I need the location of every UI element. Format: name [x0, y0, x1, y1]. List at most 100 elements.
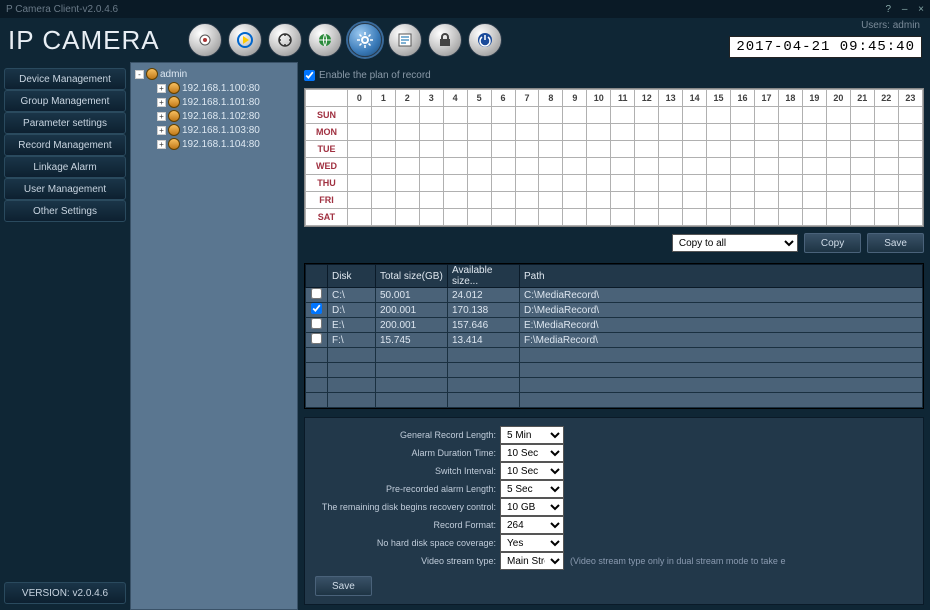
disk-row[interactable]: D:\200.001170.138D:\MediaRecord\ [306, 303, 923, 318]
copy-target-select[interactable]: Copy to all [672, 234, 798, 252]
schedule-cell[interactable] [683, 124, 707, 141]
schedule-cell[interactable] [659, 175, 683, 192]
schedule-cell[interactable] [443, 209, 467, 226]
schedule-cell[interactable] [635, 175, 659, 192]
schedule-cell[interactable] [515, 192, 539, 209]
schedule-cell[interactable] [778, 141, 802, 158]
schedule-cell[interactable] [707, 209, 731, 226]
power-icon[interactable] [468, 23, 502, 57]
schedule-cell[interactable] [707, 141, 731, 158]
schedule-cell[interactable] [754, 209, 778, 226]
settings-icon[interactable] [348, 23, 382, 57]
schedule-cell[interactable] [659, 209, 683, 226]
schedule-cell[interactable] [371, 192, 395, 209]
schedule-cell[interactable] [515, 209, 539, 226]
schedule-cell[interactable] [491, 124, 515, 141]
setting-select[interactable]: 10 GB [500, 498, 564, 516]
schedule-cell[interactable] [347, 192, 371, 209]
save-settings-button[interactable]: Save [315, 576, 372, 596]
schedule-cell[interactable] [731, 175, 755, 192]
schedule-cell[interactable] [419, 209, 443, 226]
schedule-cell[interactable] [778, 175, 802, 192]
setting-select[interactable]: Main Stream [500, 552, 564, 570]
schedule-cell[interactable] [874, 141, 898, 158]
schedule-cell[interactable] [754, 141, 778, 158]
expand-icon[interactable]: + [157, 126, 166, 135]
playback-icon[interactable] [228, 23, 262, 57]
schedule-cell[interactable] [731, 141, 755, 158]
log-icon[interactable] [388, 23, 422, 57]
camera-icon[interactable] [188, 23, 222, 57]
schedule-cell[interactable] [635, 107, 659, 124]
schedule-cell[interactable] [802, 124, 826, 141]
schedule-cell[interactable] [515, 175, 539, 192]
schedule-cell[interactable] [611, 175, 635, 192]
schedule-cell[interactable] [802, 141, 826, 158]
schedule-cell[interactable] [659, 158, 683, 175]
schedule-cell[interactable] [826, 175, 850, 192]
schedule-cell[interactable] [802, 175, 826, 192]
schedule-cell[interactable] [347, 209, 371, 226]
schedule-cell[interactable] [850, 158, 874, 175]
schedule-cell[interactable] [467, 124, 491, 141]
schedule-cell[interactable] [347, 124, 371, 141]
schedule-cell[interactable] [635, 209, 659, 226]
schedule-cell[interactable] [683, 107, 707, 124]
disk-row[interactable]: E:\200.001157.646E:\MediaRecord\ [306, 318, 923, 333]
schedule-cell[interactable] [539, 192, 563, 209]
schedule-cell[interactable] [778, 209, 802, 226]
schedule-cell[interactable] [347, 141, 371, 158]
schedule-cell[interactable] [874, 192, 898, 209]
schedule-cell[interactable] [347, 158, 371, 175]
schedule-cell[interactable] [515, 124, 539, 141]
schedule-cell[interactable] [802, 158, 826, 175]
schedule-cell[interactable] [395, 158, 419, 175]
schedule-cell[interactable] [898, 107, 922, 124]
schedule-cell[interactable] [419, 107, 443, 124]
schedule-cell[interactable] [850, 141, 874, 158]
tree-device[interactable]: +192.168.1.104:80 [133, 137, 295, 151]
schedule-cell[interactable] [467, 209, 491, 226]
schedule-cell[interactable] [443, 124, 467, 141]
schedule-cell[interactable] [467, 141, 491, 158]
disk-checkbox[interactable] [311, 333, 322, 344]
schedule-cell[interactable] [898, 175, 922, 192]
schedule-cell[interactable] [395, 209, 419, 226]
disk-checkbox[interactable] [311, 303, 322, 314]
schedule-cell[interactable] [659, 141, 683, 158]
schedule-cell[interactable] [371, 107, 395, 124]
schedule-cell[interactable] [731, 107, 755, 124]
schedule-cell[interactable] [443, 192, 467, 209]
schedule-cell[interactable] [707, 175, 731, 192]
schedule-cell[interactable] [611, 158, 635, 175]
setting-select[interactable]: 10 Sec [500, 444, 564, 462]
schedule-cell[interactable] [826, 124, 850, 141]
schedule-cell[interactable] [659, 192, 683, 209]
schedule-cell[interactable] [850, 192, 874, 209]
schedule-cell[interactable] [659, 124, 683, 141]
schedule-cell[interactable] [707, 107, 731, 124]
schedule-cell[interactable] [731, 209, 755, 226]
setting-select[interactable]: 264 [500, 516, 564, 534]
schedule-cell[interactable] [539, 175, 563, 192]
schedule-cell[interactable] [371, 209, 395, 226]
schedule-cell[interactable] [778, 192, 802, 209]
schedule-cell[interactable] [611, 209, 635, 226]
schedule-cell[interactable] [491, 175, 515, 192]
expand-icon[interactable]: + [157, 112, 166, 121]
schedule-cell[interactable] [515, 141, 539, 158]
save-schedule-button[interactable]: Save [867, 233, 924, 253]
schedule-cell[interactable] [707, 124, 731, 141]
schedule-cell[interactable] [635, 158, 659, 175]
schedule-cell[interactable] [826, 192, 850, 209]
schedule-cell[interactable] [635, 141, 659, 158]
schedule-cell[interactable] [443, 141, 467, 158]
schedule-cell[interactable] [826, 107, 850, 124]
setting-select[interactable]: 5 Min [500, 426, 564, 444]
schedule-cell[interactable] [467, 107, 491, 124]
schedule-cell[interactable] [635, 192, 659, 209]
ptz-icon[interactable] [268, 23, 302, 57]
expand-icon[interactable]: + [157, 84, 166, 93]
schedule-cell[interactable] [683, 192, 707, 209]
schedule-cell[interactable] [802, 192, 826, 209]
